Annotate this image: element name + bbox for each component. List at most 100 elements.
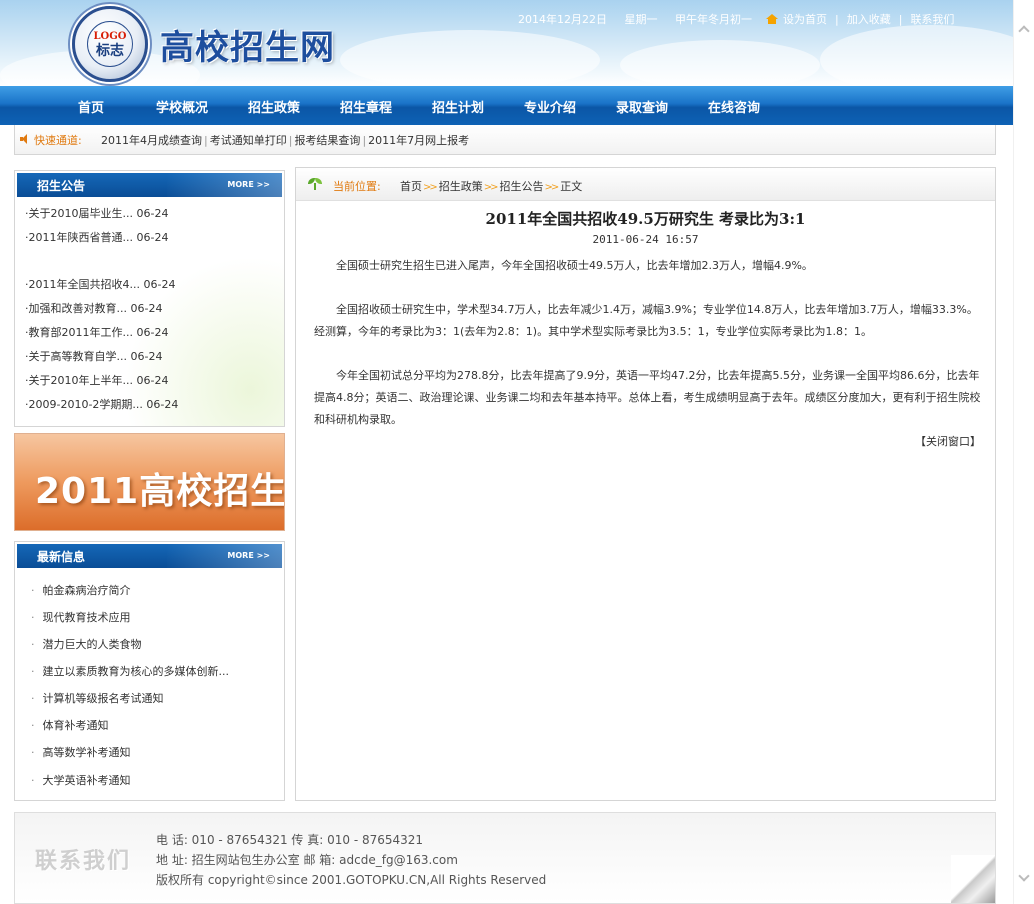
list-item[interactable]: ·关于2010届毕业生... 06-24 — [25, 205, 168, 221]
quick-link-exam-notice[interactable]: 考试通知单打印 — [210, 134, 287, 147]
article-paragraph: 全国硕士研究生招生已进入尾声，今年全国招收硕士49.5万人，比去年增加2.3万人… — [336, 259, 813, 272]
list-item[interactable]: ·2009-2010-2学期期... 06-24 — [25, 396, 178, 412]
news-item-title: 高等数学补考通知 — [42, 746, 131, 759]
notice-box-header: 招生公告 MORE >> — [17, 173, 282, 197]
article-date: 2011-06-24 16:57 — [592, 233, 699, 246]
breadcrumb: 首页>> 招生政策>> 招生公告>> 正文 — [400, 178, 582, 194]
quick-link-online-register[interactable]: 2011年7月网上报考 — [368, 134, 469, 147]
page: LOGO 标志 高校招生网 2014年12月22日 星期一 甲午年冬月初一 设为… — [0, 0, 1013, 904]
separator: | — [835, 13, 839, 26]
list-item[interactable]: ·关于高等教育自学... 06-24 — [25, 348, 162, 364]
list-item[interactable]: ·加强和改善对教育... 06-24 — [25, 300, 162, 316]
list-item[interactable]: ·2011年全国共招收4... 06-24 — [25, 276, 175, 292]
notice-item-date: 06-24 — [136, 326, 169, 339]
site-logo[interactable]: LOGO 标志 — [72, 6, 148, 82]
latest-news-box: 最新信息 MORE >> · 帕金森病治疗简介 · 现代教育技术应用 · 潜力巨大的人… — [14, 541, 285, 801]
news-item-title: 建立以素质教育为核心的多媒体创新... — [42, 665, 230, 678]
list-item[interactable]: ·2011年陕西省普通... 06-24 — [25, 229, 168, 245]
speaker-icon — [20, 134, 32, 144]
bullet: · — [31, 611, 35, 624]
current-weekday: 星期一 — [624, 13, 658, 26]
notice-item-title: ·关于2010年上半年... — [25, 374, 133, 387]
separator: | — [898, 13, 903, 26]
breadcrumb-arrow-icon: >> — [544, 182, 560, 193]
breadcrumb-bar: 当前位置: 首页>> 招生政策>> 招生公告>> 正文 — [296, 168, 995, 201]
separator: | — [362, 134, 367, 147]
news-box-title: 最新信息 — [37, 550, 86, 564]
list-item[interactable]: · 大学英语补考通知 — [31, 772, 131, 788]
separator: | — [288, 134, 293, 147]
quick-link-result-query[interactable]: 报考结果查询 — [294, 134, 360, 147]
notice-item-title: ·2011年全国共招收4... — [25, 278, 140, 291]
list-item[interactable]: · 现代教育技术应用 — [31, 609, 131, 625]
breadcrumb-arrow-icon: >> — [483, 182, 499, 193]
news-item-title: 帕金森病治疗简介 — [42, 584, 131, 597]
notice-item-title: ·教育部2011年工作... — [25, 326, 133, 339]
footer-info: 电 话: 010 - 87654321 传 真: 010 - 87654321 … — [156, 830, 546, 890]
logo-inner: LOGO 标志 — [87, 21, 133, 67]
footer: 联系我们 电 话: 010 - 87654321 传 真: 010 - 8765… — [14, 812, 996, 904]
article-title: 2011年全国共招收49.5万研究生 考录比为3:1 — [485, 210, 806, 228]
breadcrumb-notice[interactable]: 招生公告 — [500, 180, 544, 193]
list-item[interactable]: · 建立以素质教育为核心的多媒体创新... — [31, 663, 229, 679]
bullet: · — [31, 746, 35, 759]
home-icon — [766, 14, 778, 24]
footer-contact-heading: 联系我们 — [35, 849, 132, 874]
site-title[interactable]: 高校招生网 — [160, 20, 335, 69]
notice-item-title: ·关于高等教育自学... — [25, 350, 127, 363]
notice-item-title: ·加强和改善对教育... — [25, 302, 127, 315]
article-paragraph: 今年全国初试总分平均为278.8分，比去年提高了9.9分，英语一平均47.2分，… — [314, 369, 981, 426]
admission-banner[interactable]: 2011高校招生 — [14, 433, 285, 531]
news-item-title: 大学英语补考通知 — [42, 774, 131, 787]
chevron-down-icon[interactable] — [1019, 872, 1029, 882]
notice-item-date: 06-24 — [130, 302, 163, 315]
article-paragraph: 全国招收硕士研究生中，学术型34.7万人，比去年减少1.4万，减幅3.9%；专业… — [314, 303, 978, 338]
news-box-header: 最新信息 MORE >> — [17, 544, 282, 568]
vertical-scrollbar[interactable] — [1013, 0, 1034, 904]
notice-item-title: ·2011年陕西省普通... — [25, 231, 133, 244]
main-nav: 首页 学校概况 招生政策 招生章程 招生计划 专业介绍 录取查询 在线咨询 — [0, 86, 1013, 125]
bullet: · — [31, 719, 35, 732]
list-item[interactable]: ·关于2010年上半年... 06-24 — [25, 372, 168, 388]
banner-text: 2011高校招生 — [35, 471, 285, 512]
news-item-title: 体育补考通知 — [42, 719, 109, 732]
breadcrumb-current: 正文 — [560, 180, 583, 193]
set-home-link[interactable]: 设为首页 — [783, 13, 827, 26]
close-window-button[interactable]: 【关闭窗口】 — [915, 433, 981, 449]
contact-link[interactable]: 联系我们 — [910, 13, 954, 26]
news-item-title: 计算机等级报名考试通知 — [42, 692, 164, 705]
quick-access-label: 快速通道: — [34, 134, 82, 147]
bullet: · — [31, 584, 35, 597]
sprout-stem — [314, 183, 316, 190]
notice-item-date: 06-24 — [146, 398, 179, 411]
article-panel: 当前位置: 首页>> 招生政策>> 招生公告>> 正文 2011年全国共招收49.5万… — [295, 167, 996, 801]
logo-text-en: LOGO — [93, 31, 127, 42]
list-item[interactable]: · 高等数学补考通知 — [31, 744, 131, 760]
breadcrumb-label: 当前位置: — [333, 180, 381, 193]
news-item-title: 潜力巨大的人类食物 — [42, 638, 142, 651]
list-item[interactable]: · 体育补考通知 — [31, 717, 109, 733]
current-date: 2014年12月22日 — [518, 13, 607, 26]
chevron-up-icon[interactable] — [1019, 24, 1029, 34]
breadcrumb-home[interactable]: 首页 — [400, 180, 422, 193]
breadcrumb-arrow-icon: >> — [423, 182, 438, 193]
footer-phone-line: 电 话: 010 - 87654321 传 真: 010 - 87654321 — [156, 833, 424, 847]
bullet: · — [31, 774, 35, 787]
news-more-link[interactable]: MORE >> — [227, 551, 270, 560]
bullet: · — [31, 638, 35, 651]
lunar-date: 甲午年冬月初一 — [675, 13, 752, 26]
notice-item-date: 06-24 — [136, 207, 169, 220]
list-item[interactable]: ·教育部2011年工作... 06-24 — [25, 324, 168, 340]
breadcrumb-policy[interactable]: 招生政策 — [439, 180, 483, 193]
notice-item-date: 06-24 — [136, 231, 169, 244]
notice-item-date: 06-24 — [143, 278, 176, 291]
add-favorite-link[interactable]: 加入收藏 — [847, 13, 891, 26]
quick-link-score-query[interactable]: 2011年4月成绩查询 — [101, 134, 202, 147]
list-item[interactable]: · 计算机等级报名考试通知 — [31, 690, 164, 706]
separator: | — [204, 134, 208, 147]
quick-access-bar: 快速通道: 2011年4月成绩查询 | 考试通知单打印 | 报考结果查询 | 2011年7月… — [14, 125, 996, 155]
notice-box: 招生公告 MORE >> ·关于2010届毕业生... 06-24 ·2011年… — [14, 170, 285, 427]
notice-more-link[interactable]: MORE >> — [227, 180, 270, 189]
list-item[interactable]: · 潜力巨大的人类食物 — [31, 636, 142, 652]
list-item[interactable]: · 帕金森病治疗简介 — [31, 582, 131, 598]
